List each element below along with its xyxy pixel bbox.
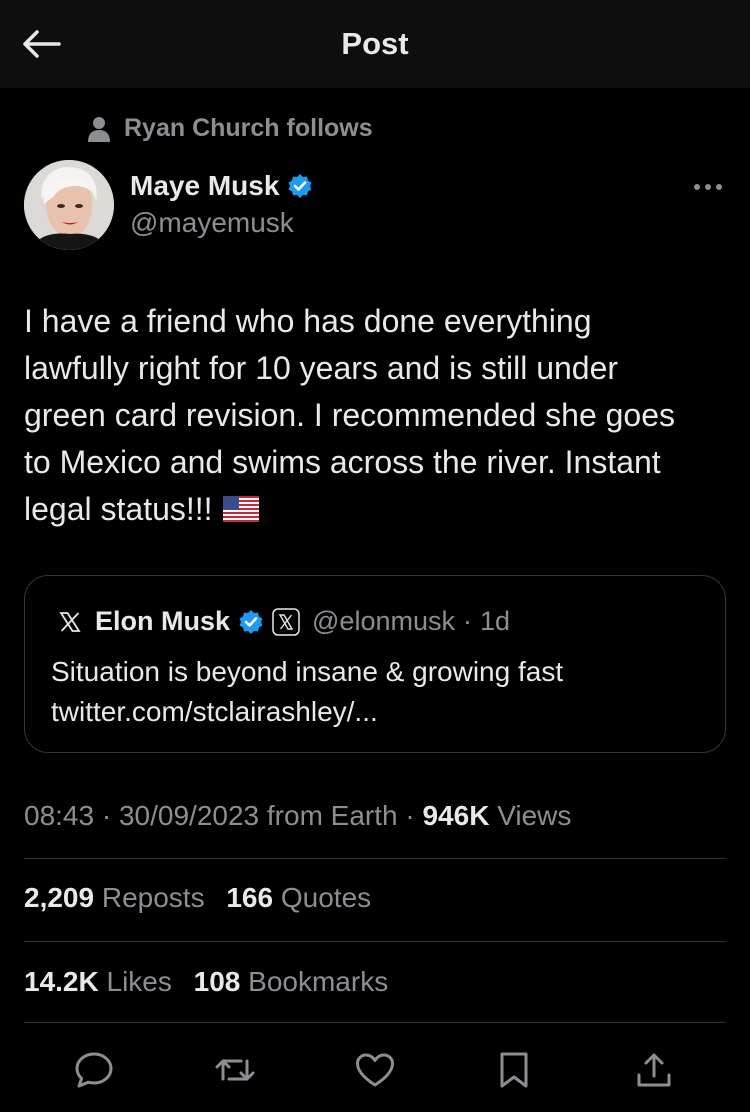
repost-icon <box>215 1059 255 1081</box>
quote-separator: · <box>462 606 472 636</box>
quote-link[interactable]: twitter.com/stclairashley/... <box>51 692 691 732</box>
meta-separator: · <box>397 800 423 831</box>
reply-icon <box>75 1052 113 1088</box>
reposts-label: Reposts <box>101 882 205 913</box>
share-icon <box>637 1053 671 1087</box>
likes-stat[interactable]: 14.2K Likes <box>24 966 172 997</box>
meta-separator: · <box>94 800 119 831</box>
like-icon <box>356 1053 394 1087</box>
views-label: Views <box>489 800 572 831</box>
divider <box>24 1022 726 1023</box>
bookmarks-stat[interactable]: 108 Bookmarks <box>194 966 389 997</box>
reply-button[interactable] <box>70 1046 118 1094</box>
post-date[interactable]: 30/09/2023 <box>119 800 259 831</box>
flag-us-icon <box>222 495 259 522</box>
author-handle[interactable]: @mayemusk <box>130 207 294 239</box>
tweet-text: I have a friend who has done everything … <box>24 298 724 533</box>
more-options-button[interactable] <box>690 172 726 202</box>
reposts-stat[interactable]: 2,209 Reposts <box>24 882 205 913</box>
likes-label: Likes <box>106 966 172 997</box>
tweet-line: I have a friend who has done everything <box>24 303 592 339</box>
bookmark-button[interactable] <box>490 1046 538 1094</box>
social-context[interactable]: Ryan Church follows <box>88 114 373 143</box>
quotes-label: Quotes <box>280 882 372 913</box>
tweet-line: lawfully right for 10 years and is still… <box>24 350 619 386</box>
divider <box>24 941 726 942</box>
quote-timestamp: 1d <box>479 606 511 636</box>
post-time[interactable]: 08:43 <box>24 800 94 831</box>
action-bar <box>0 1040 750 1096</box>
quotes-stat[interactable]: 166 Quotes <box>226 882 371 913</box>
stats-row-likes: 14.2K Likes 108 Bookmarks <box>24 966 402 998</box>
verified-badge-icon <box>288 174 312 198</box>
quote-header: Elon Musk @elonmusk · 1d <box>59 606 510 637</box>
tweet-line: to Mexico and swims across the river. In… <box>24 444 661 480</box>
tweet-line: legal status!!! <box>24 491 213 527</box>
x-logo-icon <box>59 611 81 632</box>
avatar[interactable] <box>24 160 114 250</box>
quote-author-handle: @elonmusk <box>312 606 455 636</box>
tweet-line-last: legal status!!! <box>24 486 724 533</box>
more-horizontal-icon <box>694 184 722 190</box>
quote-text: Situation is beyond insane & growing fas… <box>51 652 691 732</box>
likes-count: 14.2K <box>24 966 99 997</box>
page-title: Post <box>341 26 409 61</box>
social-context-text: Ryan Church follows <box>124 114 373 142</box>
verified-badge-icon <box>239 609 263 634</box>
divider <box>24 858 726 859</box>
quoted-post[interactable]: Elon Musk @elonmusk · 1d Situation is be… <box>24 575 726 753</box>
top-bar: Post <box>0 0 750 88</box>
quote-text-line: Situation is beyond insane & growing fas… <box>51 656 564 687</box>
quotes-count: 166 <box>226 882 274 913</box>
x-affiliate-badge-icon <box>272 607 300 636</box>
views-count: 946K <box>422 800 490 831</box>
stats-row-reposts: 2,209 Reposts 166 Quotes <box>24 882 385 914</box>
tweet-line: green card revision. I recommended she g… <box>24 397 676 433</box>
author-name: Maye Musk <box>130 170 280 201</box>
author-name-row[interactable]: Maye Musk <box>130 170 313 202</box>
bookmarks-label: Bookmarks <box>248 966 389 997</box>
like-button[interactable] <box>351 1046 399 1094</box>
person-icon <box>88 116 110 142</box>
share-button[interactable] <box>630 1046 678 1094</box>
post-source: from Earth <box>259 800 398 831</box>
quote-author-name: Elon Musk <box>95 606 231 636</box>
bookmark-icon <box>500 1052 528 1088</box>
repost-button[interactable] <box>211 1046 259 1094</box>
bookmarks-count: 108 <box>193 966 241 997</box>
reposts-count: 2,209 <box>24 882 95 913</box>
post-meta: 08:43 · 30/09/2023 from Earth · 946K Vie… <box>24 800 571 832</box>
